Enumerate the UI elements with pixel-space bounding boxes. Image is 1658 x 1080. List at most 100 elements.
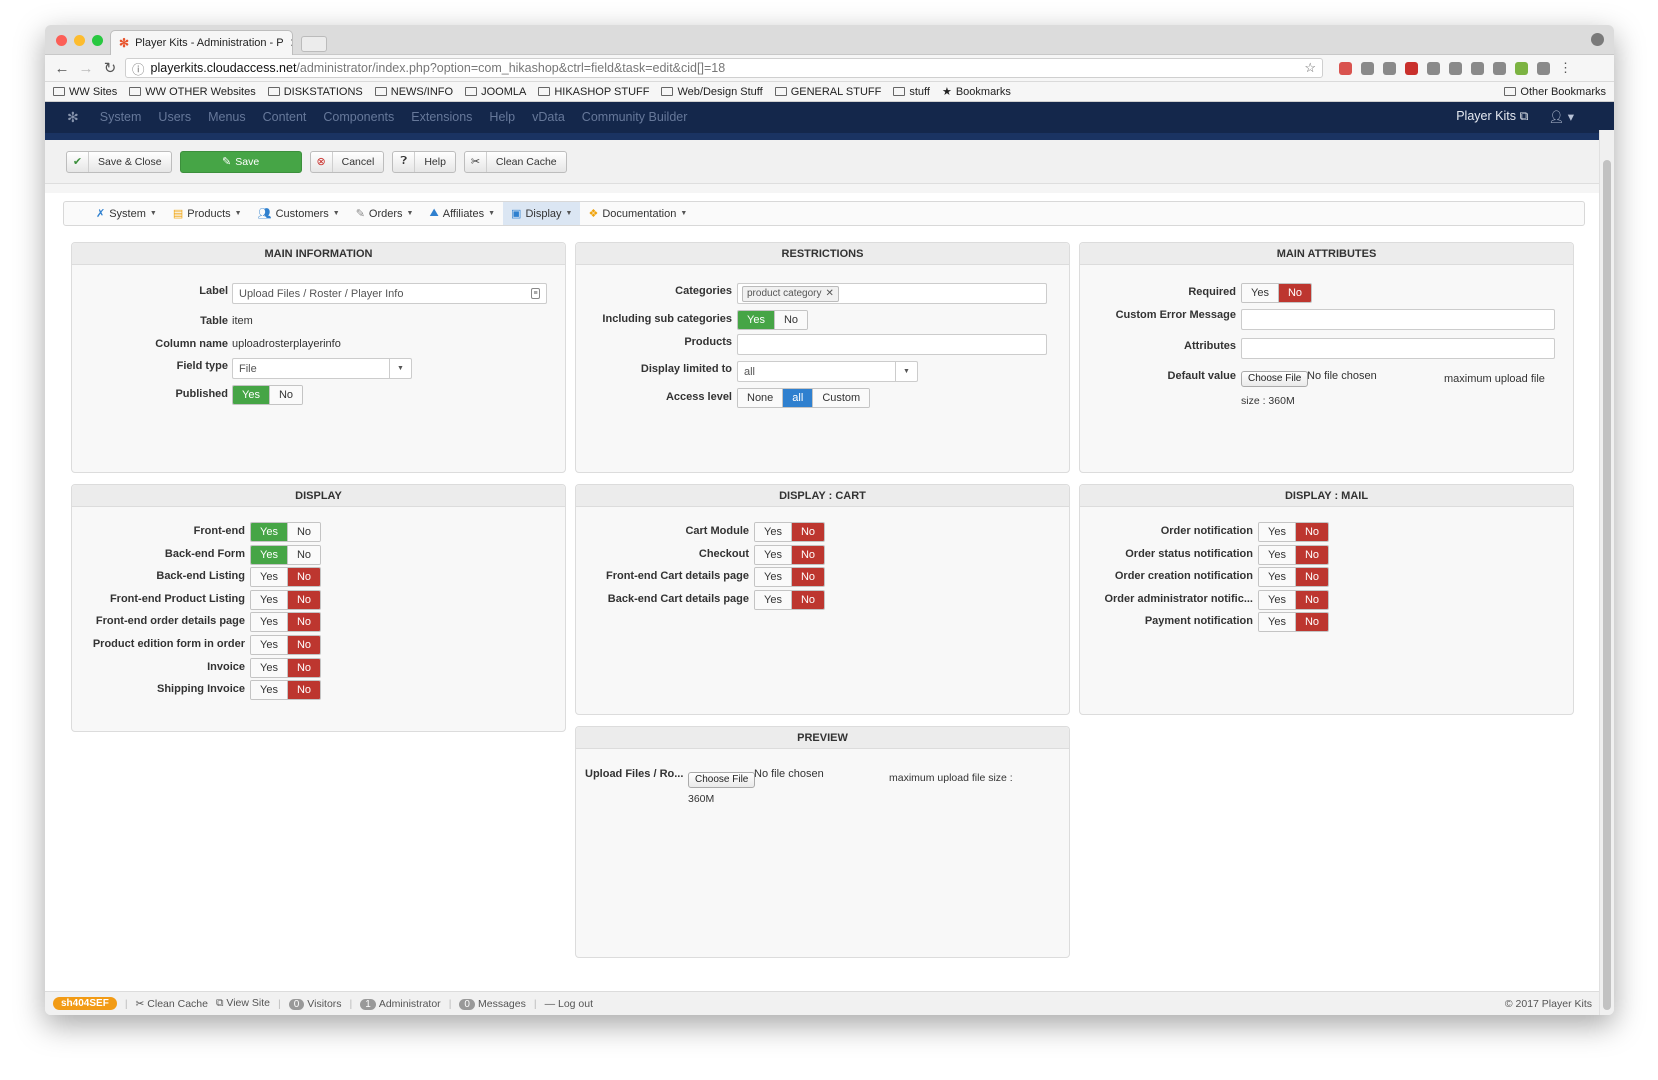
bookmark-item[interactable]: WW Sites xyxy=(53,86,117,98)
yes-option[interactable]: Yes xyxy=(251,681,287,700)
yes-option[interactable]: Yes xyxy=(251,545,287,564)
hika-menu-orders[interactable]: ✎ Orders ▼ xyxy=(348,202,422,225)
yes-option[interactable]: Yes xyxy=(251,523,287,541)
bookmark-star-icon[interactable]: ☆ xyxy=(1304,60,1316,76)
yes-option[interactable]: Yes xyxy=(251,658,287,677)
display-limited-select[interactable]: all ▼ xyxy=(737,361,918,382)
calendar-extension-icon[interactable] xyxy=(1339,61,1352,75)
bookmark-item[interactable]: DISKSTATIONS xyxy=(267,86,363,98)
hika-menu-system[interactable]: ✗ System ▼ xyxy=(88,202,165,225)
products-field[interactable] xyxy=(737,334,1047,355)
bookmark-item[interactable]: GENERAL STUFF xyxy=(774,86,881,98)
no-option[interactable]: No xyxy=(773,311,808,329)
help-button[interactable]: ❓︎ Help xyxy=(392,150,456,173)
menu-dots-icon[interactable]: ⋮ xyxy=(1559,61,1572,75)
no-option[interactable]: No xyxy=(286,636,321,654)
access-all-option[interactable]: all xyxy=(782,389,813,407)
yes-no-toggle[interactable]: Yes No xyxy=(754,522,826,542)
admin-menu-community-builder[interactable]: Community Builder xyxy=(582,110,688,124)
admin-menu-extensions[interactable]: Extensions xyxy=(411,110,472,124)
required-toggle[interactable]: Yes No xyxy=(1241,283,1313,303)
buffer-extension-icon[interactable] xyxy=(1493,61,1506,75)
hika-menu-customers[interactable]: 👥︎ Customers ▼ xyxy=(250,202,348,225)
yes-no-toggle[interactable]: Yes No xyxy=(250,680,322,701)
yes-no-toggle[interactable]: Yes No xyxy=(250,657,322,678)
no-option[interactable]: No xyxy=(268,386,303,404)
extension-icon[interactable] xyxy=(1361,61,1374,75)
minimize-window-button[interactable] xyxy=(74,35,85,46)
yes-no-toggle[interactable]: Yes No xyxy=(250,522,322,542)
yes-no-toggle[interactable]: Yes No xyxy=(754,589,826,610)
admin-menu-menus[interactable]: Menus xyxy=(208,110,246,124)
yes-option[interactable]: Yes xyxy=(755,590,791,609)
administrator-link[interactable]: 1 Administrator xyxy=(360,998,441,1010)
access-level-toggle[interactable]: None all Custom xyxy=(737,388,871,408)
no-option[interactable]: No xyxy=(1277,284,1312,302)
yes-no-toggle[interactable]: Yes No xyxy=(754,544,826,565)
hika-menu-display[interactable]: ▣ Display ▼ xyxy=(503,202,581,225)
admin-menu-system[interactable]: System xyxy=(100,110,142,124)
messages-link[interactable]: 0 Messages xyxy=(459,998,526,1010)
categories-field[interactable]: product category ✕ xyxy=(737,283,1047,304)
yes-option[interactable]: Yes xyxy=(738,311,774,329)
save-close-button[interactable]: ✔ Save & Close xyxy=(66,150,172,173)
no-option[interactable]: No xyxy=(790,545,825,564)
no-option[interactable]: No xyxy=(286,523,321,541)
save-button[interactable]: ✎ Save xyxy=(179,150,302,173)
yes-option[interactable]: Yes xyxy=(755,523,791,541)
yes-option[interactable]: Yes xyxy=(251,636,287,654)
field-type-select[interactable]: File ▼ xyxy=(232,358,412,379)
remove-tag-icon[interactable]: ✕ xyxy=(826,288,834,299)
sh404sef-badge[interactable]: sh404SEF xyxy=(53,997,117,1010)
hika-menu-products[interactable]: ▤ Products ▼ xyxy=(165,202,250,225)
yes-no-toggle[interactable]: Yes No xyxy=(754,567,826,588)
clean-cache-link[interactable]: ✂ Clean Cache xyxy=(136,998,208,1010)
shield-extension-icon[interactable] xyxy=(1537,61,1550,75)
access-none-option[interactable]: None xyxy=(738,389,783,407)
yes-option[interactable]: Yes xyxy=(251,613,287,632)
back-icon[interactable]: ← xyxy=(53,60,71,77)
close-tab-icon[interactable]: ✕ xyxy=(290,36,292,50)
yes-no-toggle[interactable]: Yes No xyxy=(250,589,322,610)
yes-option[interactable]: Yes xyxy=(1242,284,1278,302)
cancel-button[interactable]: ⊗ Cancel xyxy=(309,150,385,173)
new-tab-button[interactable] xyxy=(301,36,327,52)
yes-option[interactable]: Yes xyxy=(755,568,791,587)
scrollbar-thumb[interactable] xyxy=(1603,160,1611,1010)
extension-icon[interactable] xyxy=(1405,61,1418,75)
yes-no-toggle[interactable]: Yes No xyxy=(250,567,322,588)
maximize-window-button[interactable] xyxy=(92,35,103,46)
close-window-button[interactable] xyxy=(56,35,67,46)
url-field[interactable]: ⓘ playerkits.cloudaccess.net/administrat… xyxy=(125,58,1323,78)
label-input[interactable]: Upload Files / Roster / Player Info ≡ xyxy=(232,283,547,304)
extension-icon[interactable] xyxy=(1383,61,1396,75)
extension-icon[interactable] xyxy=(1427,61,1440,75)
no-option[interactable]: No xyxy=(1294,613,1329,632)
yes-option[interactable]: Yes xyxy=(1259,613,1295,632)
admin-menu-vdata[interactable]: vData xyxy=(532,110,565,124)
subcategories-toggle[interactable]: Yes No xyxy=(737,310,809,330)
no-option[interactable]: No xyxy=(286,658,321,677)
extension-icon[interactable] xyxy=(1449,61,1462,75)
site-link[interactable]: Player Kits ⧉ xyxy=(1456,109,1528,125)
yes-no-toggle[interactable]: Yes No xyxy=(1258,544,1330,565)
no-option[interactable]: No xyxy=(790,590,825,609)
yes-no-toggle[interactable]: Yes No xyxy=(250,635,322,655)
preview-choose-file-button[interactable]: Choose File xyxy=(688,772,756,788)
view-site-link[interactable]: ⧉ View Site xyxy=(216,997,270,1010)
yes-option[interactable]: Yes xyxy=(755,545,791,564)
yes-option[interactable]: Yes xyxy=(1259,545,1295,564)
bookmark-item[interactable]: JOOMLA xyxy=(465,86,526,98)
no-option[interactable]: No xyxy=(1294,545,1329,564)
yes-no-toggle[interactable]: Yes No xyxy=(250,612,322,633)
forward-icon[interactable]: → xyxy=(77,60,95,77)
translate-icon[interactable]: ≡ xyxy=(531,288,540,299)
bookmark-item[interactable]: HIKASHOP STUFF xyxy=(538,86,649,98)
no-option[interactable]: No xyxy=(286,681,321,700)
logout-link[interactable]: — Log out xyxy=(545,998,593,1010)
clean-cache-button[interactable]: ✂ Clean Cache xyxy=(463,150,567,173)
no-option[interactable]: No xyxy=(286,545,321,564)
yes-option[interactable]: Yes xyxy=(233,386,269,404)
no-option[interactable]: No xyxy=(790,568,825,587)
no-option[interactable]: No xyxy=(1294,523,1329,541)
